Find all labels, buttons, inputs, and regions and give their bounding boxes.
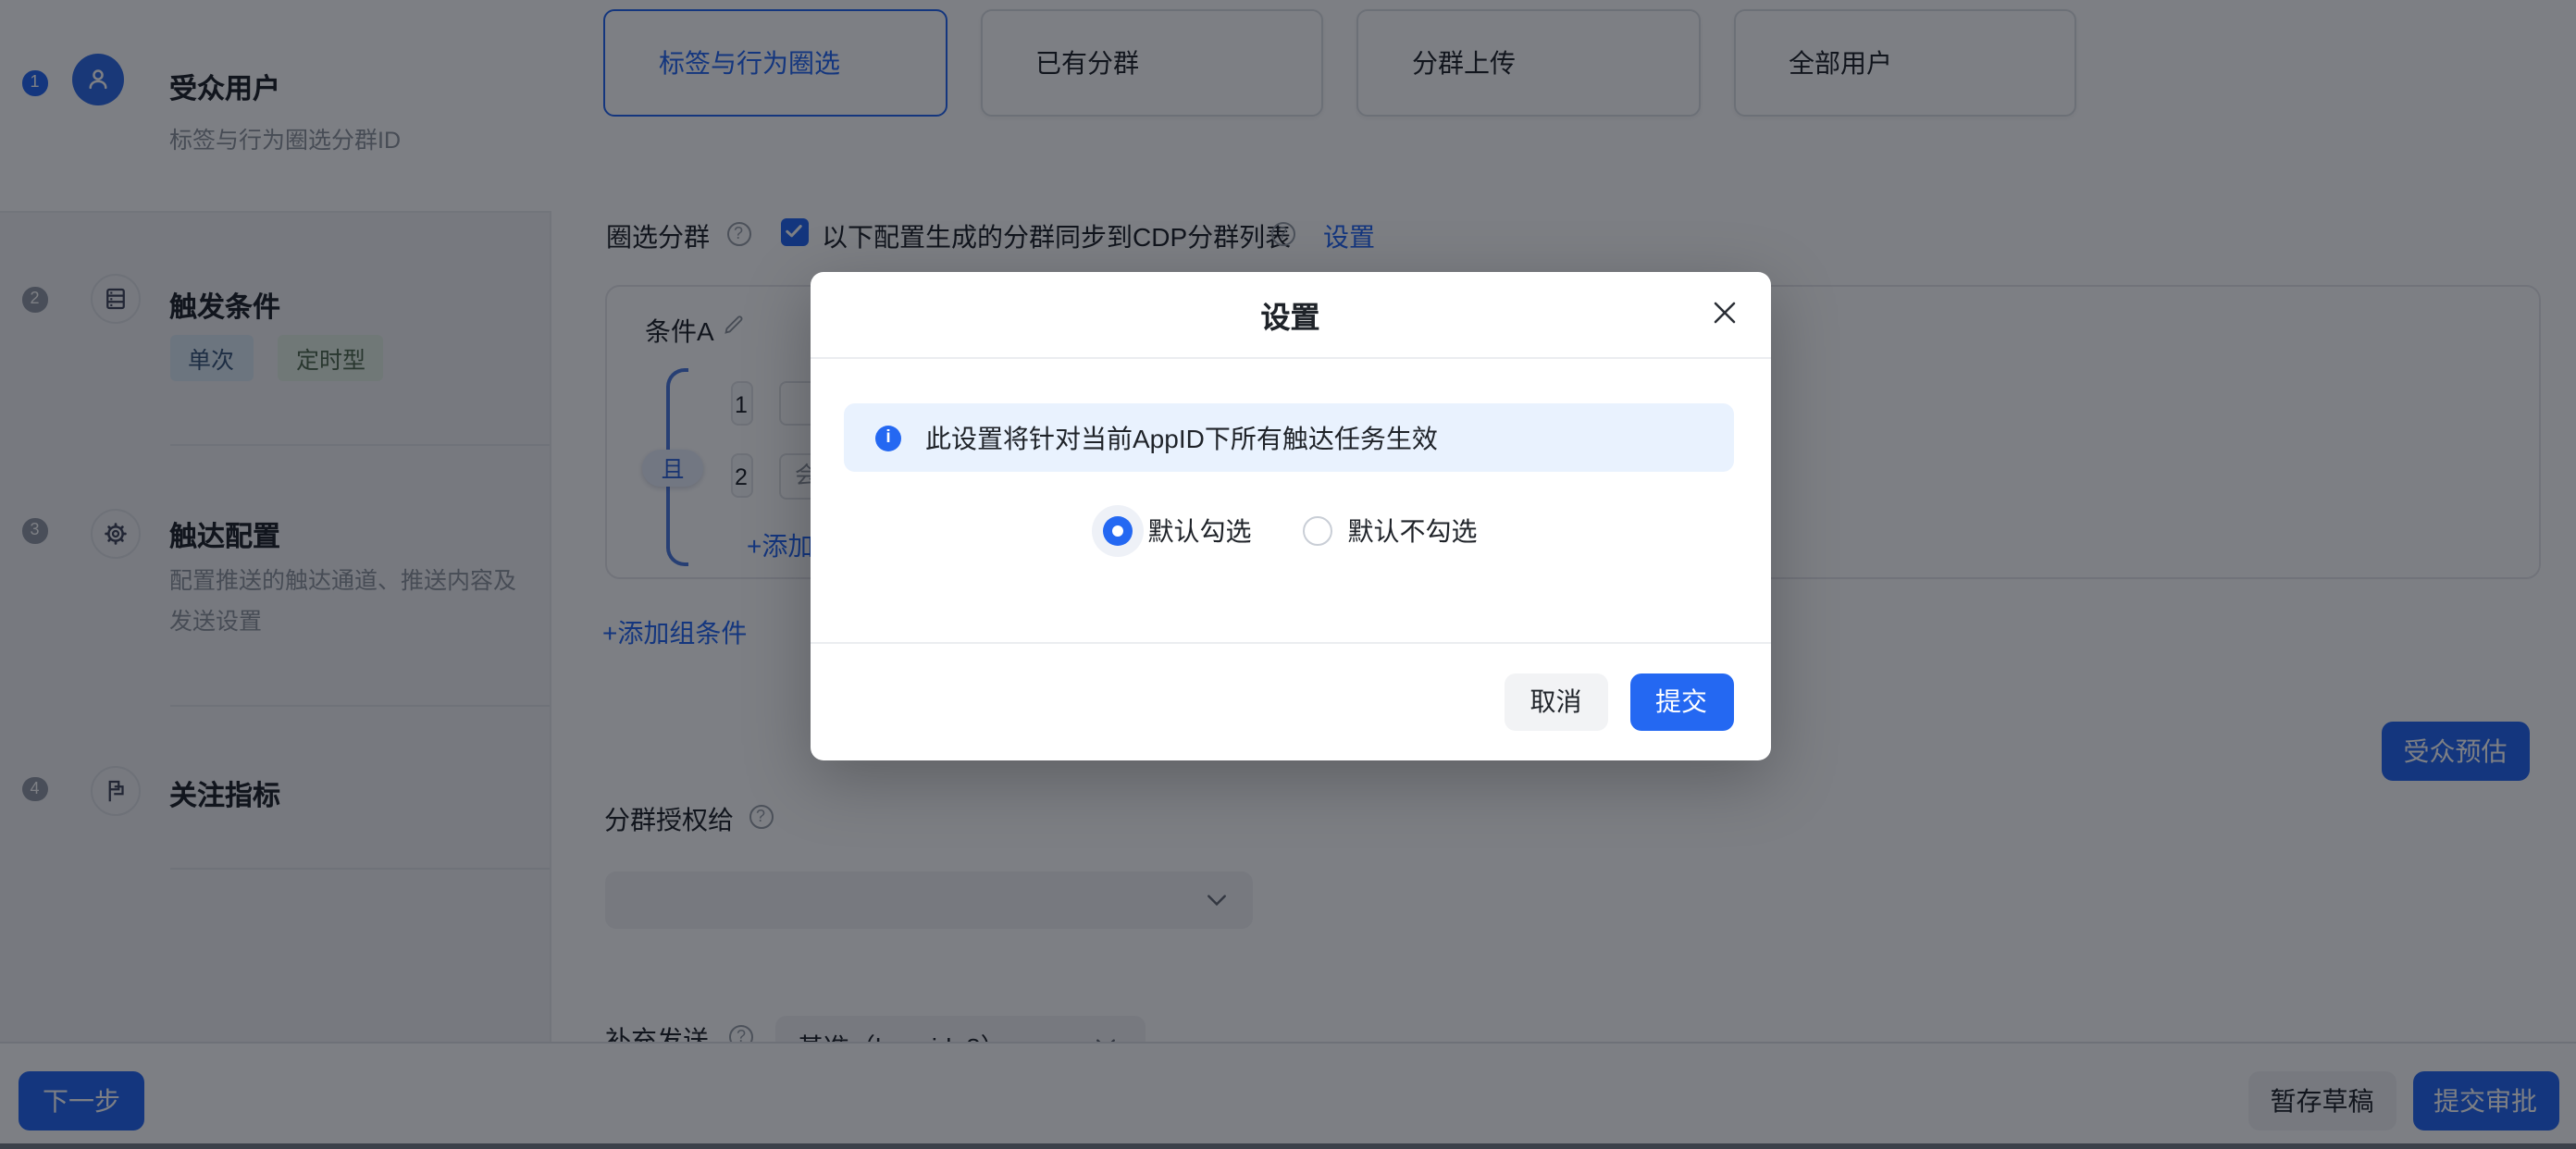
info-icon: i bbox=[875, 425, 901, 451]
page: 1 受众用户 标签与行为圈选分群ID 2 触发条件 单次 定时型 bbox=[0, 0, 2576, 1149]
close-icon[interactable] bbox=[1708, 297, 1740, 328]
info-alert: i 此设置将针对当前AppID下所有触达任务生效 bbox=[844, 403, 1733, 472]
radio-off-icon bbox=[1304, 515, 1333, 545]
modal-footer-divider bbox=[810, 641, 1771, 643]
cancel-button[interactable]: 取消 bbox=[1504, 673, 1608, 731]
settings-modal: 设置 i 此设置将针对当前AppID下所有触达任务生效 默认勾选 默认不勾选 取… bbox=[810, 271, 1771, 760]
radio-label: 默认勾选 bbox=[1148, 512, 1252, 549]
submit-button[interactable]: 提交 bbox=[1629, 673, 1733, 731]
modal-header: 设置 bbox=[810, 271, 1771, 358]
radio-label: 默认不勾选 bbox=[1348, 512, 1478, 549]
radio-default-unchecked[interactable]: 默认不勾选 bbox=[1304, 512, 1478, 549]
default-check-radio-group: 默认勾选 默认不勾选 bbox=[810, 512, 1771, 549]
modal-title: 设置 bbox=[1260, 291, 1319, 336]
radio-on-icon bbox=[1104, 515, 1133, 545]
radio-default-checked[interactable]: 默认勾选 bbox=[1104, 512, 1252, 549]
alert-text: 此设置将针对当前AppID下所有触达任务生效 bbox=[925, 419, 1438, 456]
